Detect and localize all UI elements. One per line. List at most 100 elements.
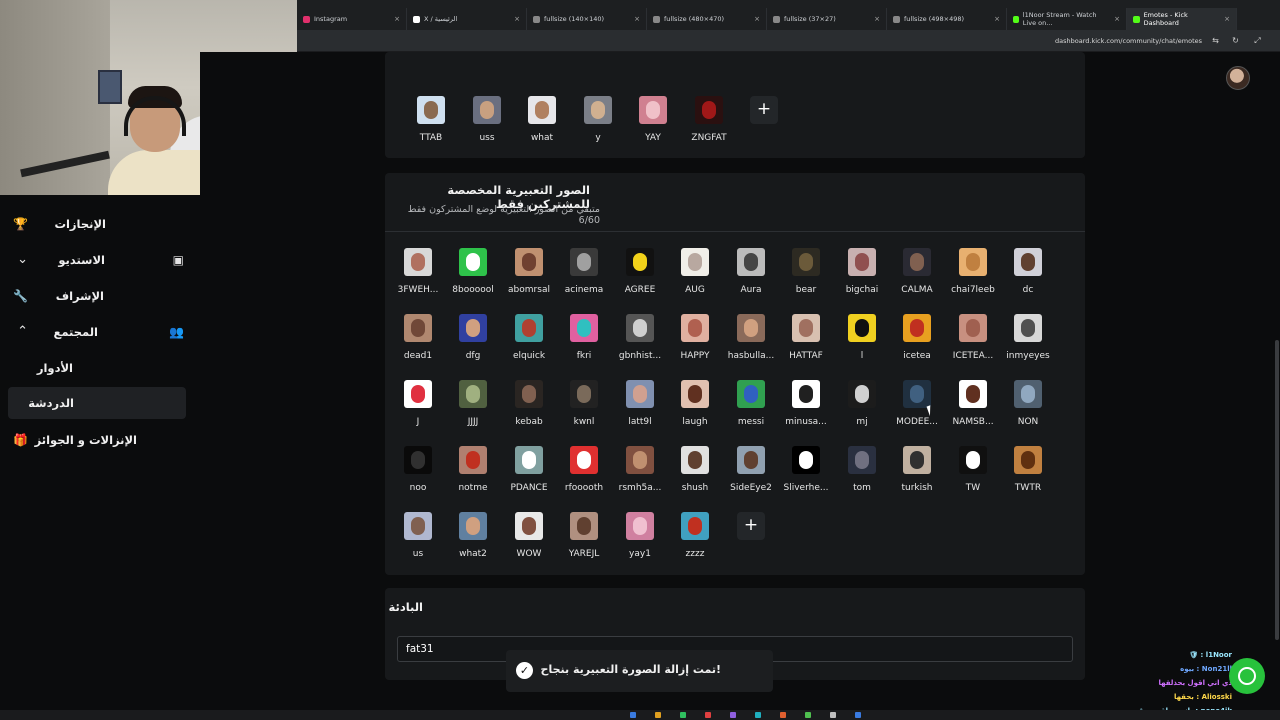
- emote-item[interactable]: Sliverhe...: [780, 446, 832, 508]
- emote-item[interactable]: icetea: [891, 314, 943, 376]
- taskbar-app-icon[interactable]: [705, 712, 711, 718]
- taskbar-app-icon[interactable]: [655, 712, 661, 718]
- emote-item[interactable]: NAMSB...: [947, 380, 999, 442]
- emote-item[interactable]: us: [392, 512, 444, 574]
- sidebar-item-moderation[interactable]: الإشراف 🔧: [8, 280, 186, 312]
- emote-item[interactable]: shush: [669, 446, 721, 508]
- emote-item[interactable]: hasbulla...: [725, 314, 777, 376]
- browser-tab[interactable]: fullsize (37×27) ×: [767, 8, 887, 30]
- emote-item[interactable]: notme: [447, 446, 499, 508]
- add-emote-button[interactable]: +: [750, 96, 778, 124]
- sidebar-item-drops-rewards[interactable]: الإنزالات و الجوائز 🎁: [8, 424, 186, 456]
- extension-icon[interactable]: ⇆: [1211, 36, 1220, 45]
- emote-item[interactable]: noo: [392, 446, 444, 508]
- emote-item[interactable]: WOW: [503, 512, 555, 574]
- emote-item[interactable]: turkish: [891, 446, 943, 508]
- chat-support-button[interactable]: [1229, 658, 1265, 694]
- browser-tab[interactable]: Emotes - Kick Dashboard ×: [1127, 8, 1237, 30]
- emote-item[interactable]: ZNGFAT: [683, 96, 735, 158]
- emote-item[interactable]: 3FWEH...: [392, 248, 444, 310]
- emote-item[interactable]: CALMA: [891, 248, 943, 310]
- emote-item[interactable]: SideEye2: [725, 446, 777, 508]
- emote-item[interactable]: HAPPY: [669, 314, 721, 376]
- emote-item[interactable]: zzzz: [669, 512, 721, 574]
- sidebar-item-community[interactable]: المجتمع ⌃ 👥: [8, 316, 186, 348]
- emote-item[interactable]: dead1: [392, 314, 444, 376]
- emote-item[interactable]: yay1: [614, 512, 666, 574]
- emote-item[interactable]: kebab: [503, 380, 555, 442]
- sidebar-item-achievements[interactable]: الإنجازات 🏆: [8, 208, 186, 240]
- emote-item[interactable]: AUG: [669, 248, 721, 310]
- emote-item[interactable]: chai7leeb: [947, 248, 999, 310]
- url-text[interactable]: dashboard.kick.com/community/chat/emotes: [1055, 37, 1202, 45]
- emote-item[interactable]: PDANCE: [503, 446, 555, 508]
- reload-icon[interactable]: ↻: [1231, 36, 1240, 45]
- taskbar-app-icon[interactable]: [830, 712, 836, 718]
- address-bar[interactable]: dashboard.kick.com/community/chat/emotes…: [297, 30, 1280, 52]
- emote-item[interactable]: YAREJL: [558, 512, 610, 574]
- emote-item[interactable]: inmyeyes: [1002, 314, 1054, 376]
- emote-item[interactable]: TW: [947, 446, 999, 508]
- emote-item[interactable]: 8boooool: [447, 248, 499, 310]
- emote-item[interactable]: rsmh5a...: [614, 446, 666, 508]
- add-emote-button[interactable]: +: [737, 512, 765, 540]
- emote-item[interactable]: abomrsal: [503, 248, 555, 310]
- browser-tab[interactable]: X / الرئيسية ×: [407, 8, 527, 30]
- emote-item[interactable]: y: [572, 96, 624, 158]
- sidebar-item-chat[interactable]: الدردشة: [8, 387, 186, 419]
- emote-item[interactable]: tom: [836, 446, 888, 508]
- emote-item[interactable]: messi: [725, 380, 777, 442]
- emote-item[interactable]: Aura: [725, 248, 777, 310]
- sidebar-item-roles[interactable]: الأدوار: [8, 352, 186, 384]
- emote-item[interactable]: what2: [447, 512, 499, 574]
- emote-item[interactable]: fkri: [558, 314, 610, 376]
- emote-item[interactable]: laugh: [669, 380, 721, 442]
- close-icon[interactable]: ×: [874, 15, 880, 23]
- browser-tab[interactable]: l1Noor Stream - Watch Live on... ×: [1007, 8, 1127, 30]
- close-icon[interactable]: ×: [754, 15, 760, 23]
- emote-item[interactable]: l: [836, 314, 888, 376]
- emote-item[interactable]: TWTR: [1002, 446, 1054, 508]
- emote-item[interactable]: dfg: [447, 314, 499, 376]
- close-icon[interactable]: ×: [514, 15, 520, 23]
- emote-item[interactable]: JJJJ: [447, 380, 499, 442]
- emote-item[interactable]: kwnl: [558, 380, 610, 442]
- close-icon[interactable]: ×: [394, 15, 400, 23]
- browser-tab[interactable]: fullsize (140×140) ×: [527, 8, 647, 30]
- emote-item[interactable]: uss: [461, 96, 513, 158]
- emote-item[interactable]: ICETEA...: [947, 314, 999, 376]
- close-icon[interactable]: ×: [994, 15, 1000, 23]
- emote-item[interactable]: minusa...: [780, 380, 832, 442]
- taskbar-app-icon[interactable]: [630, 712, 636, 718]
- bookmark-icon[interactable]: ⤢: [1253, 36, 1262, 45]
- taskbar-app-icon[interactable]: [805, 712, 811, 718]
- emote-item[interactable]: NON: [1002, 380, 1054, 442]
- taskbar-app-icon[interactable]: [730, 712, 736, 718]
- emote-item[interactable]: bigchai: [836, 248, 888, 310]
- emote-item[interactable]: HATTAF: [780, 314, 832, 376]
- emote-item[interactable]: bear: [780, 248, 832, 310]
- browser-tab[interactable]: Instagram ×: [297, 8, 407, 30]
- avatar[interactable]: [1226, 66, 1250, 90]
- emote-item[interactable]: elquick: [503, 314, 555, 376]
- emote-item[interactable]: AGREE: [614, 248, 666, 310]
- emote-item[interactable]: J: [392, 380, 444, 442]
- taskbar-app-icon[interactable]: [780, 712, 786, 718]
- sidebar-item-studio[interactable]: الاستديو ⌄ ▣: [8, 244, 186, 276]
- taskbar-app-icon[interactable]: [855, 712, 861, 718]
- taskbar-app-icon[interactable]: [755, 712, 761, 718]
- emote-item[interactable]: gbnhist...: [614, 314, 666, 376]
- emote-item[interactable]: latt9l: [614, 380, 666, 442]
- emote-item[interactable]: YAY: [627, 96, 679, 158]
- close-icon[interactable]: ×: [1114, 15, 1120, 23]
- emote-item[interactable]: mj: [836, 380, 888, 442]
- emote-item[interactable]: dc: [1002, 248, 1054, 310]
- taskbar-app-icon[interactable]: [680, 712, 686, 718]
- emote-item[interactable]: TTAB: [405, 96, 457, 158]
- emote-item[interactable]: what: [516, 96, 568, 158]
- browser-tab[interactable]: fullsize (480×470) ×: [647, 8, 767, 30]
- emote-item[interactable]: rfooooth: [558, 446, 610, 508]
- close-icon[interactable]: ×: [1224, 15, 1230, 23]
- close-icon[interactable]: ×: [634, 15, 640, 23]
- browser-tab[interactable]: fullsize (498×498) ×: [887, 8, 1007, 30]
